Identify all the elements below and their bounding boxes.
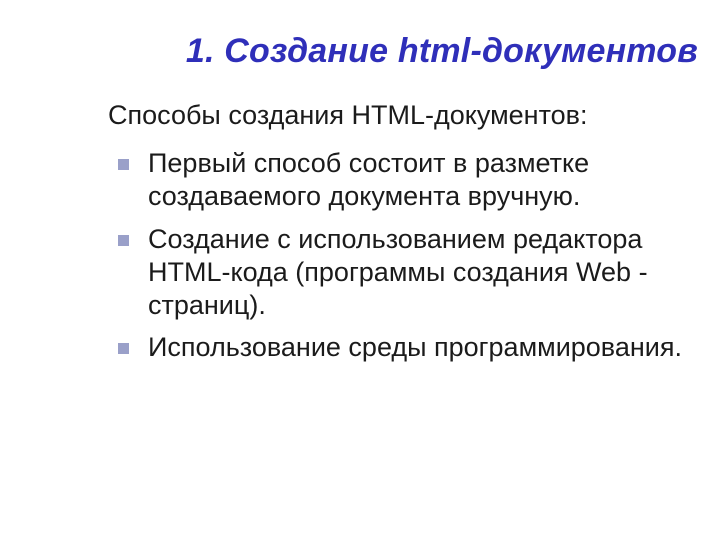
slide: 1. Создание html-документов Способы созд… bbox=[0, 0, 720, 540]
square-bullet-icon bbox=[118, 159, 129, 170]
intro-text: Способы создания HTML-документов: bbox=[108, 99, 698, 133]
list-item: Первый способ состоит в разметке создава… bbox=[108, 147, 698, 213]
bullet-list: Первый способ состоит в разметке создава… bbox=[22, 147, 698, 365]
slide-title: 1. Создание html-документов bbox=[22, 32, 698, 71]
list-item-text: Создание с использованием редактора HTML… bbox=[148, 224, 648, 320]
square-bullet-icon bbox=[118, 343, 129, 354]
list-item-text: Использование среды программирования. bbox=[148, 332, 682, 362]
list-item: Создание с использованием редактора HTML… bbox=[108, 223, 698, 322]
list-item: Использование среды программирования. bbox=[108, 331, 698, 364]
square-bullet-icon bbox=[118, 235, 129, 246]
list-item-text: Первый способ состоит в разметке создава… bbox=[148, 148, 589, 211]
